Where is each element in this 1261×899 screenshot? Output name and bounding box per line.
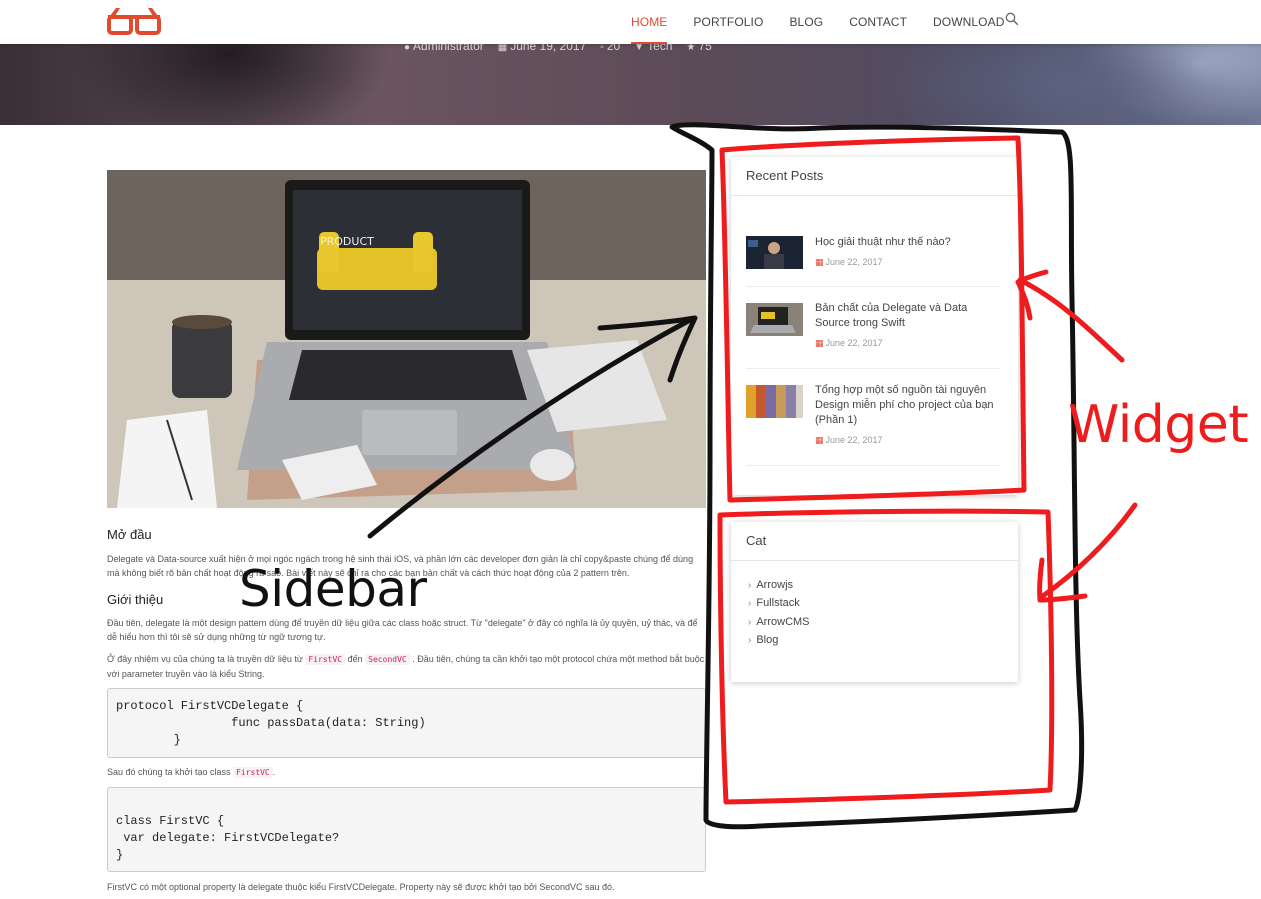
inline-code-firstvc-2: FirstVC: [233, 767, 273, 778]
meta-author[interactable]: ● Administrator: [404, 44, 484, 53]
main-nav: HOME PORTFOLIO BLOG CONTACT DOWNLOAD: [618, 0, 1017, 44]
widget-categories: Cat › Arrowjs › Fullstack › ArrowCMS › Blog: [731, 522, 1018, 682]
star-icon: ★: [686, 44, 696, 53]
heading-intro: Mở đầu: [107, 527, 152, 542]
widget-title-recent: Recent Posts: [746, 168, 824, 183]
paragraph-task: Ở đây nhiệm vụ của chúng ta là truyền dữ…: [107, 654, 705, 679]
calendar-icon: ▦: [815, 338, 824, 348]
inline-code-secondvc: SecondVC: [365, 654, 410, 665]
nav-portfolio[interactable]: PORTFOLIO: [680, 0, 776, 44]
post-date: ▦ June 22, 2017: [815, 338, 883, 348]
widget-divider: [731, 195, 1018, 196]
post-separator: [746, 465, 1001, 466]
meta-views: ★ 75: [686, 44, 712, 53]
chevron-right-icon: ›: [748, 617, 752, 628]
laptop-photo: PRODUCT: [107, 170, 706, 508]
recent-post-item[interactable]: Tổng hợp một số nguồn tài nguyên Design …: [746, 383, 1001, 463]
paragraph-last: FirstVC có một optional property là dele…: [107, 882, 615, 892]
post-date: ▦ June 22, 2017: [815, 435, 883, 445]
widget-arrowhead-1: [1015, 269, 1049, 321]
chevron-right-icon: ›: [748, 635, 752, 646]
widget-arrow-1: [1017, 277, 1125, 363]
code-block-class[interactable]: class FirstVC { var delegate: FirstVCDel…: [107, 787, 706, 872]
meta-date: ▦ June 19, 2017: [497, 44, 587, 53]
recent-post-item[interactable]: Học giải thuật như thế nào? ▦ June 22, 20…: [746, 235, 1001, 285]
nav-blog[interactable]: BLOG: [776, 0, 836, 44]
featured-image: PRODUCT: [107, 170, 706, 508]
post-date: ▦ June 22, 2017: [815, 257, 883, 267]
chevron-right-icon: ›: [748, 598, 752, 609]
widget-title-cat: Cat: [746, 533, 767, 548]
code-block-protocol[interactable]: protocol FirstVCDelegate { func passData…: [107, 688, 706, 758]
nav-contact[interactable]: CONTACT: [836, 0, 920, 44]
meta-category[interactable]: ▼ Tech: [634, 44, 672, 53]
meta-comments[interactable]: ▫ 20: [600, 44, 620, 53]
post-title[interactable]: Học giải thuật như thế nào?: [815, 235, 1005, 250]
heading-about: Giới thiệu: [107, 592, 164, 607]
category-item[interactable]: › ArrowCMS: [748, 616, 810, 628]
post-thumbnail[interactable]: [746, 385, 803, 418]
widget-arrowhead-2: [1037, 557, 1088, 603]
widget-arrow-2: [1037, 502, 1138, 601]
category-item[interactable]: › Arrowjs: [748, 579, 793, 591]
post-separator: [746, 368, 1001, 369]
post-title[interactable]: Tổng hợp một số nguồn tài nguyên Design …: [815, 383, 1005, 428]
comment-icon: ▫: [600, 44, 604, 53]
post-separator: [746, 286, 1001, 287]
glasses-logo-icon[interactable]: [106, 6, 162, 36]
recent-post-item[interactable]: Bản chất của Delegate và Data Source tro…: [746, 301, 1001, 361]
widget-divider: [731, 560, 1018, 561]
calendar-icon: ▦: [815, 257, 824, 267]
post-thumbnail[interactable]: [746, 303, 803, 336]
calendar-icon: ▦: [815, 435, 824, 445]
chevron-right-icon: ›: [748, 580, 752, 591]
nav-home[interactable]: HOME: [618, 0, 680, 44]
search-icon[interactable]: [1005, 12, 1019, 26]
category-item[interactable]: › Blog: [748, 634, 778, 646]
paragraph-about: Đầu tiên, delegate là một design pattern…: [107, 618, 698, 642]
top-navbar: HOME PORTFOLIO BLOG CONTACT DOWNLOAD: [0, 0, 1261, 44]
post-meta: ● Administrator ▦ June 19, 2017 ▫ 20 ▼ Tech …: [404, 44, 712, 54]
inline-code-firstvc: FirstVC: [305, 654, 346, 665]
annotation-sidebar-label: Sidebar: [239, 560, 427, 618]
user-icon: ●: [404, 44, 411, 53]
hero-banner: ● Administrator ▦ June 19, 2017 ▫ 20 ▼ Tech …: [0, 44, 1261, 125]
screen-product-text: PRODUCT: [320, 235, 374, 248]
annotation-widget-label: Widget: [1068, 395, 1249, 455]
paragraph-then: Sau đó chúng ta khởi tạo class FirstVC.: [107, 767, 276, 778]
tag-icon: ▼: [634, 44, 645, 53]
nav-download[interactable]: DOWNLOAD: [920, 0, 1017, 44]
category-item[interactable]: › Fullstack: [748, 597, 800, 609]
post-title[interactable]: Bản chất của Delegate và Data Source tro…: [815, 301, 1005, 331]
post-thumbnail[interactable]: [746, 236, 803, 269]
widget-recent-posts: Recent Posts Học giải thuật như thế nào?…: [731, 157, 1018, 495]
calendar-icon: ▦: [497, 44, 508, 53]
